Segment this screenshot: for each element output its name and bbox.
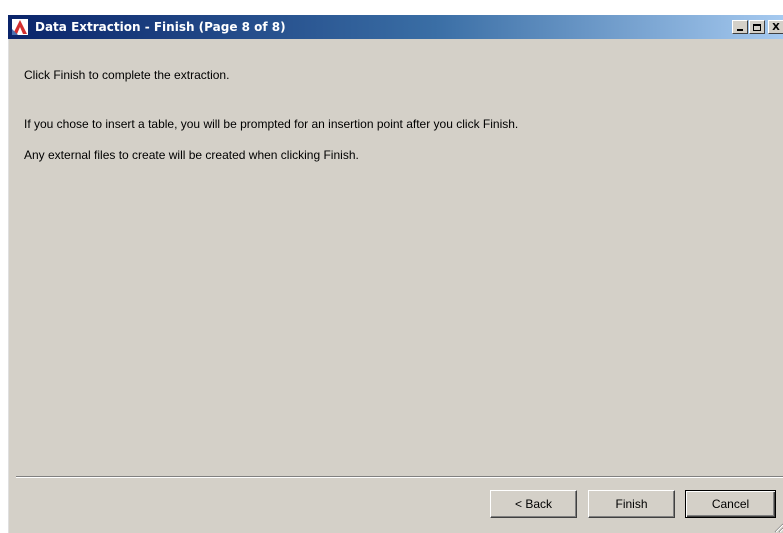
minimize-icon	[737, 29, 743, 31]
minimize-button[interactable]	[732, 20, 748, 34]
finish-button[interactable]: Finish	[588, 490, 675, 518]
table-info-text: If you chose to insert a table, you will…	[24, 117, 519, 131]
cancel-button[interactable]: Cancel	[685, 490, 776, 518]
dialog-content: Click Finish to complete the extraction.…	[8, 39, 783, 533]
window-title: Data Extraction - Finish (Page 8 of 8)	[35, 20, 286, 34]
close-button[interactable]: X	[768, 20, 783, 34]
data-extraction-dialog: Data Extraction - Finish (Page 8 of 8) X…	[7, 14, 783, 533]
button-separator	[16, 476, 783, 478]
instruction-text: Click Finish to complete the extraction.	[24, 68, 230, 82]
autocad-icon	[12, 19, 28, 35]
close-icon: X	[772, 21, 780, 33]
back-button[interactable]: < Back	[490, 490, 577, 518]
maximize-icon	[753, 23, 761, 31]
title-bar[interactable]: Data Extraction - Finish (Page 8 of 8) X	[8, 15, 783, 39]
maximize-button[interactable]	[749, 20, 765, 34]
resize-grip-icon[interactable]	[772, 521, 783, 533]
external-files-text: Any external files to create will be cre…	[24, 148, 359, 162]
